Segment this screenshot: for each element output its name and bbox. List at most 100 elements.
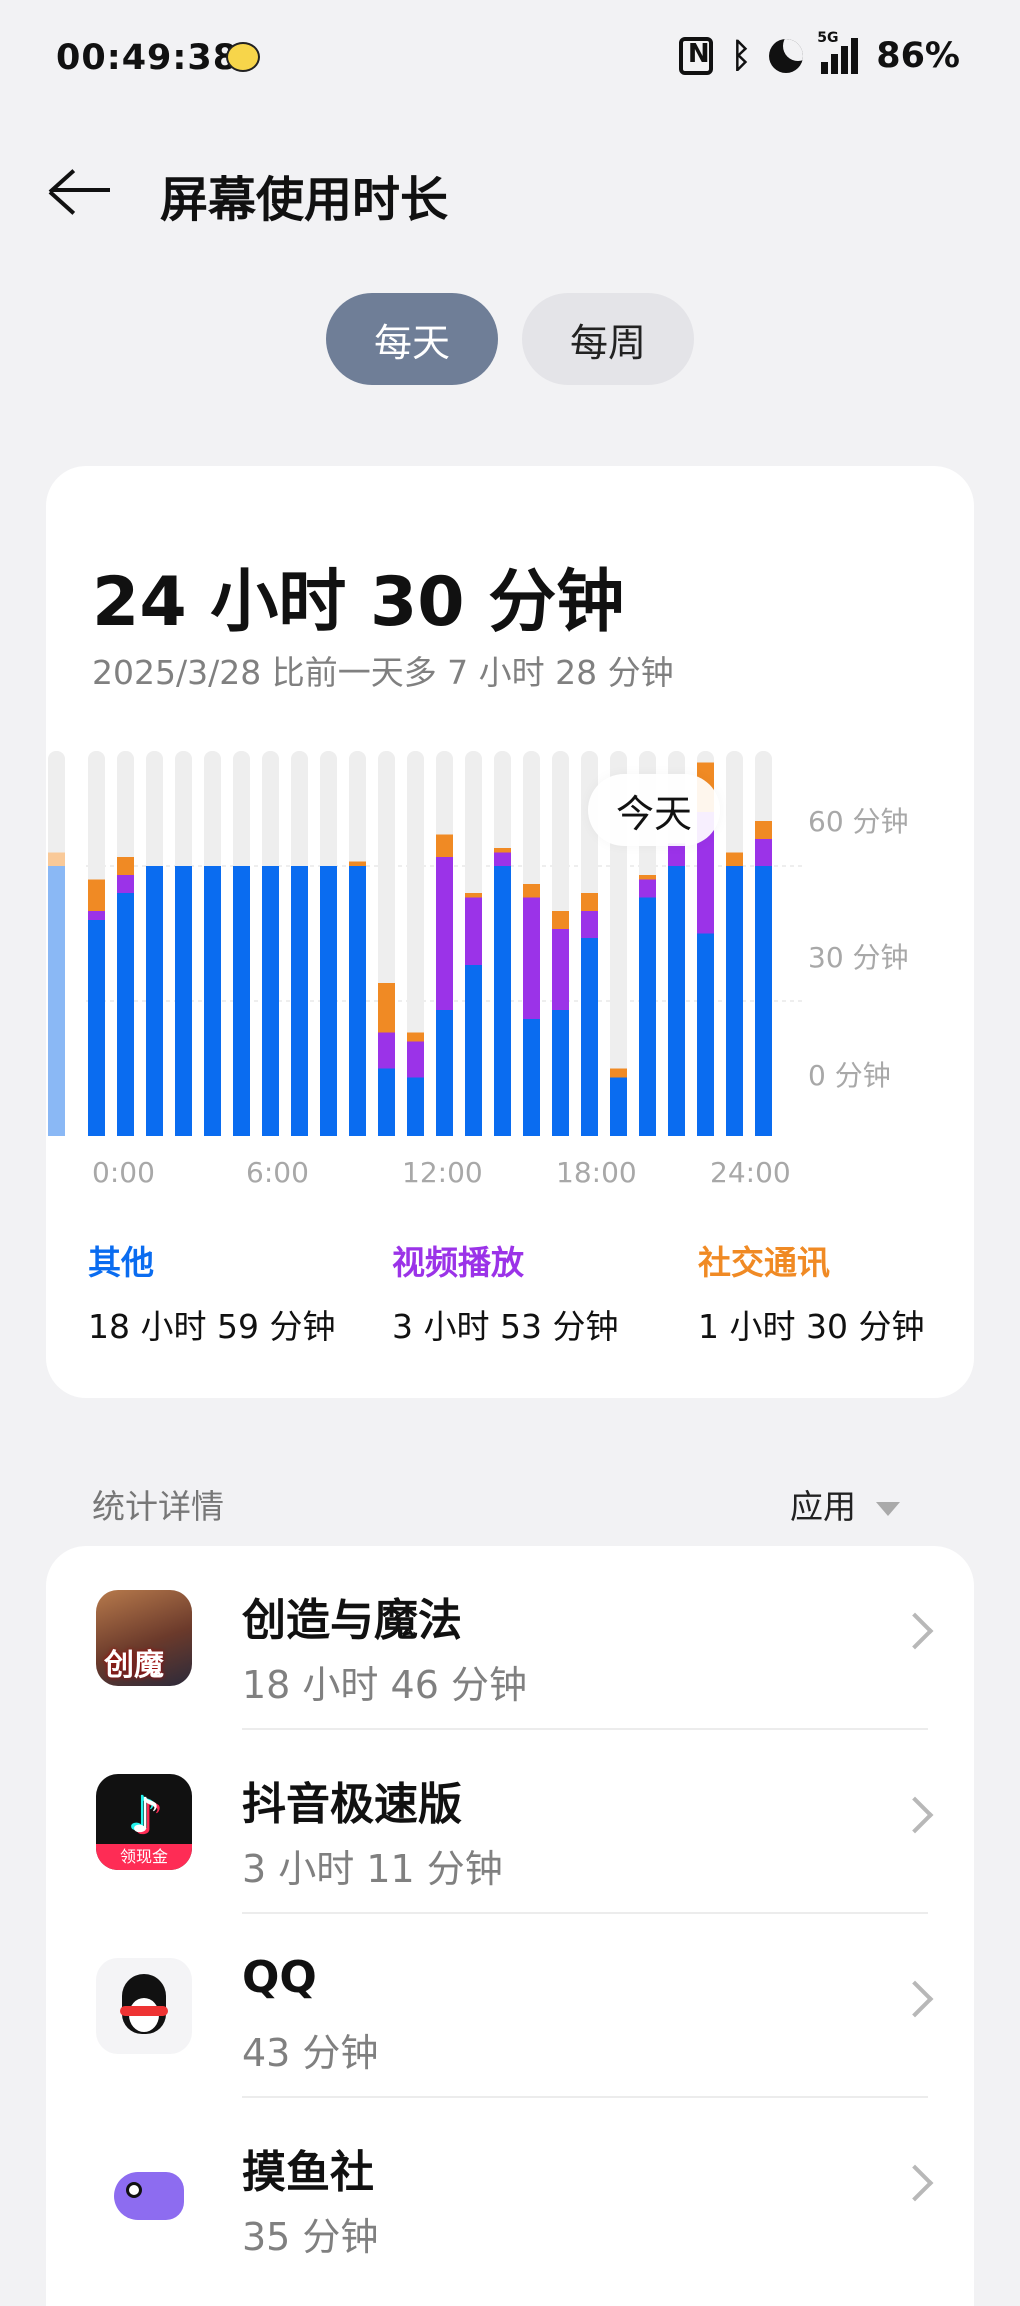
bar-segment-video [88,911,105,920]
bar-segment-other [175,866,192,1136]
page-title: 屏幕使用时长 [160,172,449,228]
bar-segment-social [726,852,743,866]
bar-segment-social [465,893,482,898]
bar-segment-other [465,965,482,1136]
app-usage-list: 创魔 创造与魔法 18 小时 46 分钟 ♪ 领现金 抖音极速版 3 小时 11 … [46,1546,974,2306]
bar-segment-other [755,866,772,1136]
bar-segment-other [291,866,308,1136]
bar-segment-video [581,911,598,938]
app-row-moyushe[interactable]: 摸鱼社 35 分钟 [46,2098,974,2282]
app-header: 屏幕使用时长 [0,140,1020,240]
bar-segment-other [407,1077,424,1136]
bar-segment-video [523,897,540,1019]
app-name: 摸鱼社 [242,2147,374,2198]
game-icon: 创魔 [96,1590,192,1686]
bar-segment-other [146,866,163,1136]
bar-segment-other [436,1010,453,1136]
douyin-badge: 领现金 [96,1844,192,1870]
legend-social-value: 1 小时 30 分钟 [698,1307,925,1346]
qq-icon [96,1958,192,2054]
bar-segment-other [320,866,337,1136]
bar-segment-other [233,866,250,1136]
bar-segment-other [639,897,656,1136]
bar-segment-social [610,1068,627,1078]
bar-segment-social [349,861,366,866]
chevron-right-icon [896,1612,934,1650]
app-name: 创造与魔法 [242,1595,462,1646]
back-arrow-icon[interactable] [46,162,116,218]
bar-segment-video [117,875,134,893]
bar-segment-social [378,983,395,1033]
legend-video-value: 3 小时 53 分钟 [392,1307,619,1346]
y-tick-label: 60 分钟 [808,805,909,838]
bar-segment-other [494,866,511,1136]
sort-dropdown-label: 应用 [790,1487,856,1526]
bar-segment-video [436,857,453,1010]
tab-daily[interactable]: 每天 [326,293,498,385]
app-name: QQ [242,1952,317,2003]
today-tooltip: 今天 [588,774,720,846]
app-row-creation-magic[interactable]: 创魔 创造与魔法 18 小时 46 分钟 [46,1546,974,1730]
do-not-disturb-icon [769,39,804,73]
douyin-icon: ♪ 领现金 [96,1774,192,1870]
sort-dropdown[interactable]: 应用 [790,1480,900,1528]
bar-segment-video [494,852,511,866]
status-time: 00:49:38 [56,38,239,78]
bar-segment-social [552,911,569,929]
fish-icon [96,2142,192,2238]
battery-percentage: 86% [876,36,960,76]
bar-segment-video [668,843,685,866]
bar-segment-other [88,920,105,1136]
bar-segment-social [581,893,598,911]
bar-segment-social [755,821,772,839]
app-row-douyin[interactable]: ♪ 领现金 抖音极速版 3 小时 11 分钟 [46,1730,974,1914]
app-row-qq[interactable]: QQ 43 分钟 [46,1914,974,2098]
status-icons: ᛒ 5G 86% [678,30,960,76]
bar-segment-social [48,852,65,866]
bar-segment-video [552,929,569,1010]
bar-segment-other [581,938,598,1136]
app-usage-time: 35 分钟 [242,2215,379,2259]
x-tick-label: 18:00 [556,1156,637,1189]
y-tick-label: 0 分钟 [808,1059,891,1092]
bar-segment-video [465,897,482,965]
bar-segment-other [262,866,279,1136]
bar-segment-social [494,848,511,853]
legend-other-value: 18 小时 59 分钟 [88,1307,336,1346]
bar-segment-other [204,866,221,1136]
app-usage-time: 3 小时 11 分钟 [242,1847,503,1891]
legend-social-label: 社交通讯 [698,1243,830,1282]
bar-segment-social [88,879,105,911]
y-tick-label: 30 分钟 [808,941,909,974]
app-usage-time: 43 分钟 [242,2031,379,2075]
bar-segment-video [639,879,656,898]
bar-segment-other [117,893,134,1136]
bar-segment-social [523,884,540,898]
hourly-usage-chart[interactable]: 今天 60 分钟 30 分钟 0 分钟 0:00 6:00 12:00 18:0… [46,736,974,1276]
network-type-label: 5G [817,30,839,46]
legend-other-label: 其他 [88,1243,154,1282]
bar-segment-other [378,1068,395,1136]
bar-segment-other [523,1019,540,1136]
dropdown-triangle-icon [876,1501,900,1516]
chevron-right-icon [896,2164,934,2202]
bar-segment-social [407,1032,424,1042]
legend-video-label: 视频播放 [392,1243,524,1282]
bar-segment-social [117,857,134,875]
tab-weekly[interactable]: 每周 [522,293,694,385]
bar-segment-other [552,1010,569,1136]
bar-segment-other [726,866,743,1136]
x-tick-label: 24:00 [710,1156,791,1189]
app-usage-time: 18 小时 46 分钟 [242,1663,527,1707]
bar-segment-video [378,1032,395,1069]
x-tick-label: 12:00 [402,1156,483,1189]
bar-segment-other [610,1077,627,1136]
bar-segment-other [697,933,714,1136]
status-bar: 00:49:38 ᛒ 5G 86% [0,0,1020,120]
bar-segment-other [48,866,65,1136]
x-tick-label: 6:00 [246,1156,309,1189]
bluetooth-icon: ᛒ [730,36,752,76]
x-tick-label: 0:00 [92,1156,155,1189]
bar-segment-social [436,834,453,857]
comparison-text: 2025/3/28 比前一天多 7 小时 28 分钟 [92,653,674,692]
